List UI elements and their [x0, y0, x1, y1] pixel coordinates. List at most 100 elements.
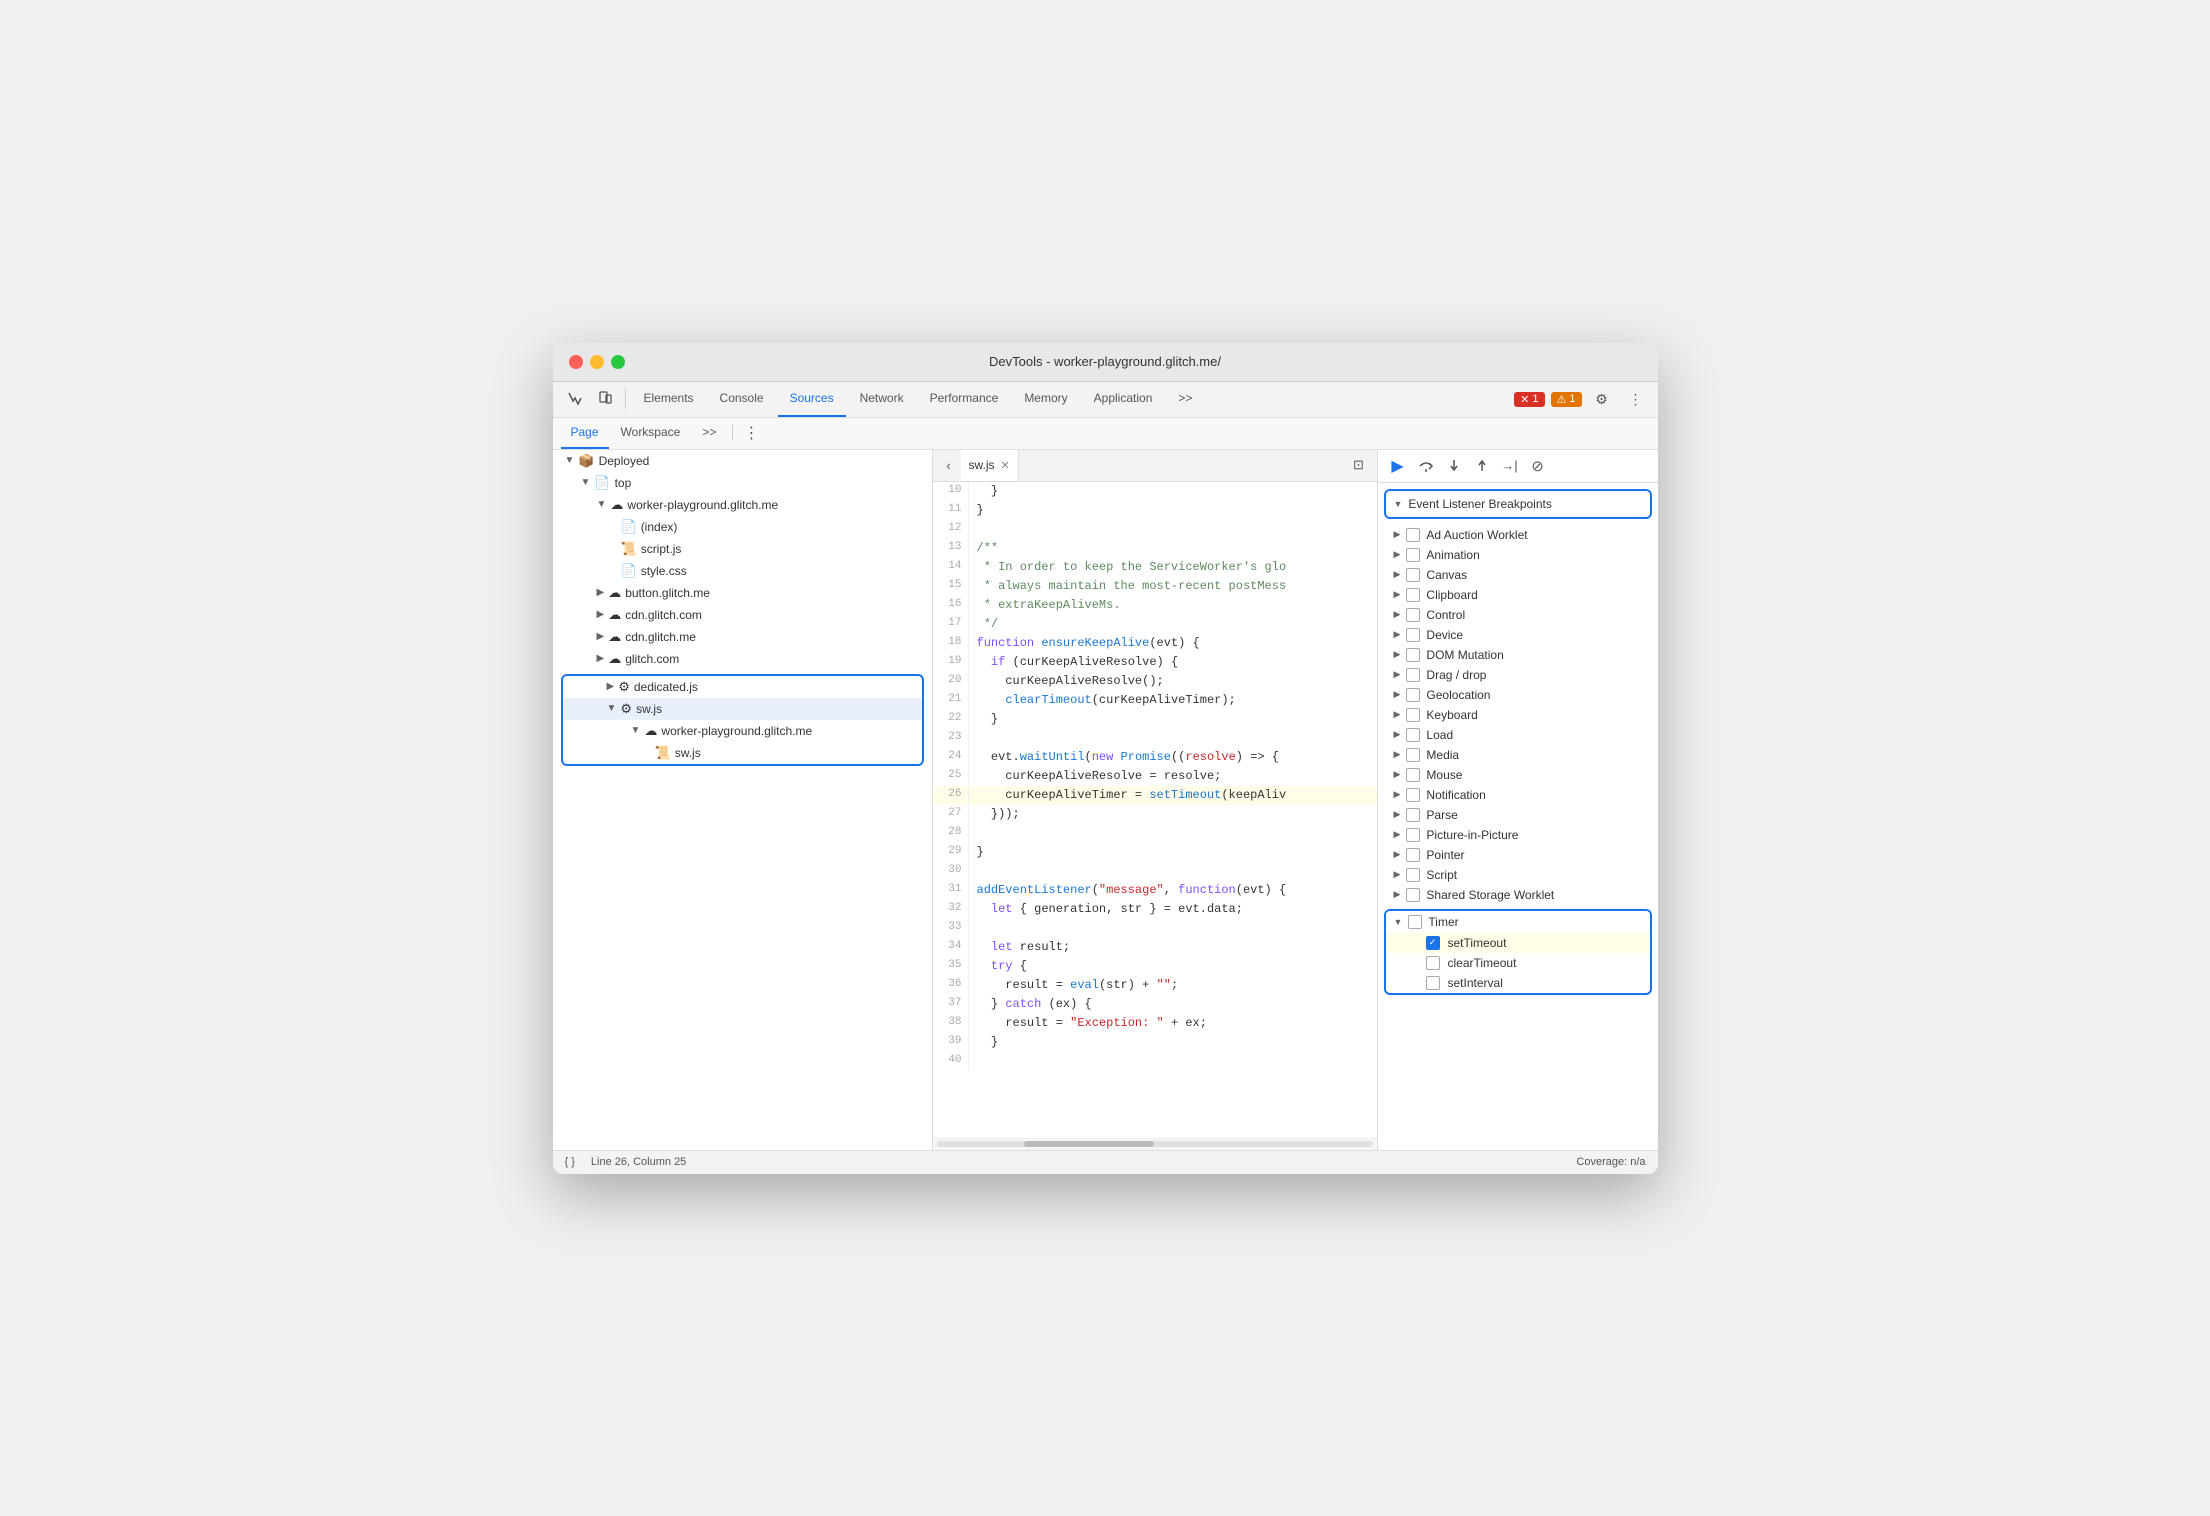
tree-item-stylecss[interactable]: 📄 style.css — [553, 560, 932, 582]
tree-item-cdn-glitch-com[interactable]: ▶ ☁ cdn.glitch.com — [553, 604, 932, 626]
timer-header[interactable]: ▼ Timer — [1386, 911, 1650, 933]
category-checkbox[interactable] — [1406, 888, 1420, 902]
warning-badge[interactable]: ⚠ 1 — [1551, 392, 1582, 407]
expand-editor-btn[interactable]: ⊡ — [1345, 451, 1373, 479]
sub-toolbar-options[interactable]: ⋮ — [739, 421, 763, 445]
bp-category-load[interactable]: ▶ Load — [1378, 725, 1658, 745]
bp-category-canvas[interactable]: ▶ Canvas — [1378, 565, 1658, 585]
settings-icon[interactable]: ⚙ — [1588, 385, 1616, 413]
editor-content[interactable]: 10 } 11 } 12 13 /** 14 * In order — [933, 482, 1377, 1138]
bp-category-clipboard[interactable]: ▶ Clipboard — [1378, 585, 1658, 605]
bp-category-pip[interactable]: ▶ Picture-in-Picture — [1378, 825, 1658, 845]
setinterval-checkbox[interactable] — [1426, 976, 1440, 990]
device-icon[interactable] — [591, 385, 619, 413]
editor-open-tab[interactable]: sw.js ✕ — [961, 450, 1019, 482]
cloud-icon: ☁ — [608, 629, 621, 645]
tree-item-deployed[interactable]: ▼ 📦 Deployed — [553, 450, 932, 472]
bp-category-device[interactable]: ▶ Device — [1378, 625, 1658, 645]
timer-checkbox[interactable] — [1408, 915, 1422, 929]
bp-category-control[interactable]: ▶ Control — [1378, 605, 1658, 625]
tree-item-scriptjs[interactable]: 📜 script.js — [553, 538, 932, 560]
bp-category-dom-mutation[interactable]: ▶ DOM Mutation — [1378, 645, 1658, 665]
tree-item-top[interactable]: ▼ 📄 top — [553, 472, 932, 494]
bp-category-shared-storage[interactable]: ▶ Shared Storage Worklet — [1378, 885, 1658, 905]
resume-btn[interactable]: ▶ — [1386, 454, 1410, 478]
bp-category-ad-auction[interactable]: ▶ Ad Auction Worklet — [1378, 525, 1658, 545]
tree-item-worker-playground-inner[interactable]: ▼ ☁ worker-playground.glitch.me — [563, 720, 922, 742]
scrollbar-thumb[interactable] — [1024, 1141, 1155, 1147]
bp-category-geolocation[interactable]: ▶ Geolocation — [1378, 685, 1658, 705]
category-checkbox[interactable] — [1406, 708, 1420, 722]
tab-console[interactable]: Console — [708, 381, 776, 417]
bp-category-keyboard[interactable]: ▶ Keyboard — [1378, 705, 1658, 725]
category-checkbox[interactable] — [1406, 808, 1420, 822]
horizontal-scrollbar[interactable] — [933, 1138, 1377, 1150]
category-checkbox[interactable] — [1406, 528, 1420, 542]
bp-item-cleartimeout[interactable]: clearTimeout — [1386, 953, 1650, 973]
settimeout-checkbox[interactable] — [1426, 936, 1440, 950]
tree-item-swjs-file[interactable]: 📜 sw.js — [563, 742, 922, 764]
cleartimeout-checkbox[interactable] — [1426, 956, 1440, 970]
close-tab-btn[interactable]: ✕ — [1001, 459, 1010, 472]
bp-category-pointer[interactable]: ▶ Pointer — [1378, 845, 1658, 865]
tree-item-glitch-com[interactable]: ▶ ☁ glitch.com — [553, 648, 932, 670]
tree-item-index[interactable]: 📄 (index) — [553, 516, 932, 538]
bp-category-drag-drop[interactable]: ▶ Drag / drop — [1378, 665, 1658, 685]
code-line: 39 } — [933, 1033, 1377, 1052]
tab-application[interactable]: Application — [1082, 381, 1165, 417]
tab-performance[interactable]: Performance — [918, 381, 1011, 417]
inspect-icon[interactable] — [561, 385, 589, 413]
sub-tab-page[interactable]: Page — [561, 417, 609, 449]
step-over-btn[interactable] — [1414, 454, 1438, 478]
tab-network[interactable]: Network — [848, 381, 916, 417]
step-into-btn[interactable] — [1442, 454, 1466, 478]
bp-category-script[interactable]: ▶ Script — [1378, 865, 1658, 885]
category-checkbox[interactable] — [1406, 768, 1420, 782]
category-checkbox[interactable] — [1406, 728, 1420, 742]
bp-category-animation[interactable]: ▶ Animation — [1378, 545, 1658, 565]
bp-category-mouse[interactable]: ▶ Mouse — [1378, 765, 1658, 785]
bp-category-parse[interactable]: ▶ Parse — [1378, 805, 1658, 825]
category-checkbox[interactable] — [1406, 788, 1420, 802]
category-checkbox[interactable] — [1406, 668, 1420, 682]
category-checkbox[interactable] — [1406, 748, 1420, 762]
tree-item-worker-playground[interactable]: ▼ ☁ worker-playground.glitch.me — [553, 494, 932, 516]
close-button[interactable] — [569, 355, 583, 369]
category-checkbox[interactable] — [1406, 868, 1420, 882]
tree-item-swjs[interactable]: ▼ ⚙ sw.js — [563, 698, 922, 720]
tree-item-dedicated[interactable]: ▶ ⚙ dedicated.js — [563, 676, 922, 698]
tree-item-button-glitch[interactable]: ▶ ☁ button.glitch.me — [553, 582, 932, 604]
sub-tab-more[interactable]: >> — [692, 417, 726, 449]
minimize-button[interactable] — [590, 355, 604, 369]
bp-category-notification[interactable]: ▶ Notification — [1378, 785, 1658, 805]
bp-item-settimeout[interactable]: setTimeout — [1386, 933, 1650, 953]
tab-memory[interactable]: Memory — [1012, 381, 1079, 417]
step-out-btn[interactable] — [1470, 454, 1494, 478]
category-checkbox[interactable] — [1406, 588, 1420, 602]
tab-elements[interactable]: Elements — [632, 381, 706, 417]
tab-more[interactable]: >> — [1166, 381, 1204, 417]
deactivate-btn[interactable]: ⊘ — [1526, 454, 1550, 478]
format-btn[interactable]: { } — [565, 1156, 575, 1168]
category-checkbox[interactable] — [1406, 608, 1420, 622]
prev-file-btn[interactable]: ‹ — [937, 453, 961, 477]
category-checkbox[interactable] — [1406, 568, 1420, 582]
more-options-icon[interactable]: ⋮ — [1622, 385, 1650, 413]
category-arrow: ▶ — [1394, 629, 1401, 640]
event-listener-breakpoints-header[interactable]: ▼ Event Listener Breakpoints — [1384, 489, 1652, 519]
gear-icon: ⚙ — [618, 679, 630, 695]
error-badge[interactable]: ✕ 1 — [1514, 392, 1544, 407]
bp-category-media[interactable]: ▶ Media — [1378, 745, 1658, 765]
category-checkbox[interactable] — [1406, 828, 1420, 842]
category-checkbox[interactable] — [1406, 848, 1420, 862]
sub-tab-workspace[interactable]: Workspace — [611, 417, 691, 449]
step-btn[interactable]: →| — [1498, 454, 1522, 478]
maximize-button[interactable] — [611, 355, 625, 369]
category-checkbox[interactable] — [1406, 688, 1420, 702]
bp-item-setinterval[interactable]: setInterval — [1386, 973, 1650, 993]
category-checkbox[interactable] — [1406, 648, 1420, 662]
category-checkbox[interactable] — [1406, 548, 1420, 562]
tab-sources[interactable]: Sources — [778, 381, 846, 417]
tree-item-cdn-glitch-me[interactable]: ▶ ☁ cdn.glitch.me — [553, 626, 932, 648]
category-checkbox[interactable] — [1406, 628, 1420, 642]
